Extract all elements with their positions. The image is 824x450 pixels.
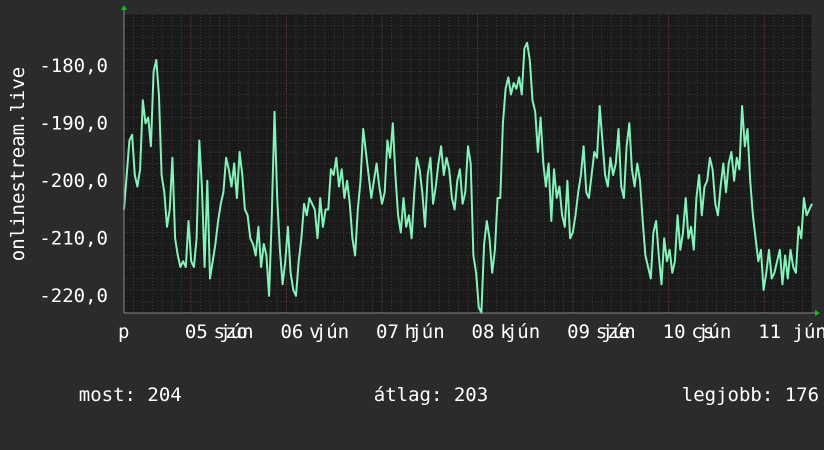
x-tick-label: sze (596, 321, 630, 343)
x-tick-label: v (309, 321, 320, 343)
stat-best-label: legjobb: (681, 384, 774, 406)
y-tick-label: -180,0 (39, 55, 108, 77)
stat-now-value: 204 (147, 384, 182, 406)
stat-now: most: 204 (33, 362, 182, 428)
x-tick-label: cs (691, 321, 714, 343)
x-tick-label: h (405, 321, 416, 343)
y-tick-label: -200,0 (39, 170, 108, 192)
y-tick-label: -190,0 (39, 112, 108, 134)
stat-best-value: 176 (784, 384, 820, 406)
y-tick-label: -210,0 (39, 227, 108, 249)
x-tick-label: szo (214, 321, 248, 343)
stat-best: legjobb: 176 (636, 362, 819, 428)
y-tick-label: -220,0 (39, 285, 108, 307)
chart: -180,0 -190,0 -200,0 -210,0 -220,0 p 05 júnsz… (7, 5, 824, 343)
x-tick-label: k (500, 321, 512, 343)
y-axis-label: onlinestream.live (7, 67, 29, 261)
x-tick-label: p (118, 321, 129, 343)
stat-average: átlag: 203 (328, 362, 488, 428)
x-tick-labels: p 05 júnszo 06 júnv 07 júnh 08 júnk 09 júnsze… (118, 321, 824, 343)
stats-bar: most: 204 átlag: 203 legjobb: 176 (0, 362, 824, 406)
y-axis-arrow (121, 5, 127, 10)
y-tick-labels: -180,0 -190,0 -200,0 -210,0 -220,0 (39, 55, 108, 307)
x-axis-arrow (815, 310, 820, 316)
stat-now-label: most: (78, 384, 136, 406)
stat-average-label: átlag: (373, 384, 443, 406)
x-tick-label: 11 jún (758, 321, 824, 343)
stat-average-value: 203 (453, 384, 489, 406)
